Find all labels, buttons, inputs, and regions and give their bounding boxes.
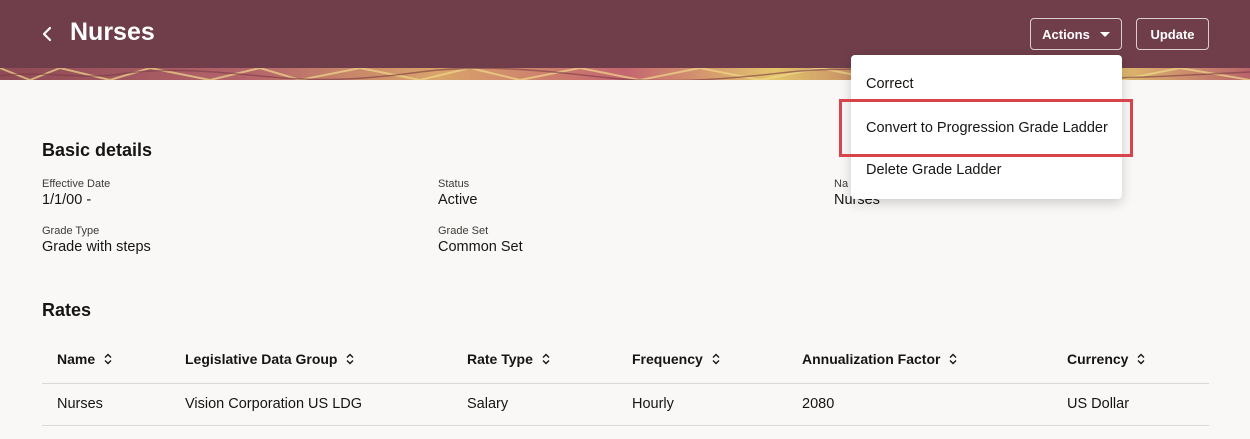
column-header-currency[interactable]: Currency [1067, 351, 1146, 367]
table-divider [42, 383, 1209, 384]
grade-type-label: Grade Type [42, 225, 100, 237]
column-header-frequency[interactable]: Frequency [632, 351, 721, 367]
sort-icon [541, 353, 551, 365]
cell-rate-type: Salary [467, 396, 509, 412]
sort-icon [1136, 353, 1146, 365]
page-title: Nurses [70, 18, 155, 46]
column-header-label: Frequency [632, 351, 703, 367]
caret-down-icon [1099, 31, 1110, 37]
column-header-legislative-data-group[interactable]: Legislative Data Group [185, 351, 355, 367]
column-header-label: Currency [1067, 351, 1129, 367]
column-header-annualization-factor[interactable]: Annualization Factor [802, 351, 958, 367]
grade-set-label: Grade Set [438, 225, 489, 237]
name-label: Na [834, 178, 849, 190]
cell-name: Nurses [57, 396, 103, 412]
back-button[interactable] [36, 22, 58, 46]
column-header-label: Rate Type [467, 351, 533, 367]
column-header-label: Annualization Factor [802, 351, 941, 367]
sort-icon [948, 353, 958, 365]
actions-button-label: Actions [1042, 26, 1090, 42]
column-header-rate-type[interactable]: Rate Type [467, 351, 551, 367]
menu-item-delete-grade-ladder[interactable]: Delete Grade Ladder [866, 162, 1001, 178]
update-button-label: Update [1150, 26, 1195, 42]
cell-annualization-factor: 2080 [802, 396, 835, 412]
menu-item-correct[interactable]: Correct [866, 76, 914, 92]
table-divider [42, 425, 1209, 426]
actions-button[interactable]: Actions [1030, 18, 1122, 50]
rates-title: Rates [42, 300, 92, 320]
status-value: Active [438, 192, 478, 208]
column-header-label: Legislative Data Group [185, 351, 338, 367]
cell-legislative-data-group: Vision Corporation US LDG [185, 396, 363, 412]
basic-details-title: Basic details [42, 140, 153, 160]
update-button[interactable]: Update [1136, 18, 1209, 50]
sort-icon [345, 353, 355, 365]
status-label: Status [438, 178, 470, 190]
grade-set-value: Common Set [438, 239, 523, 255]
menu-item-convert-to-progression-grade-ladder[interactable]: Convert to Progression Grade Ladder [866, 120, 1108, 136]
chevron-left-icon [42, 26, 52, 42]
column-header-label: Name [57, 351, 96, 367]
effective-date-label: Effective Date [42, 178, 111, 190]
grade-type-value: Grade with steps [42, 239, 151, 255]
cell-currency: US Dollar [1067, 396, 1130, 412]
column-header-name[interactable]: Name [57, 351, 113, 367]
sort-icon [711, 353, 721, 365]
sort-icon [103, 353, 113, 365]
actions-menu: Correct Convert to Progression Grade Lad… [851, 55, 1122, 199]
effective-date-value: 1/1/00 - [42, 192, 92, 208]
cell-frequency: Hourly [632, 396, 674, 412]
